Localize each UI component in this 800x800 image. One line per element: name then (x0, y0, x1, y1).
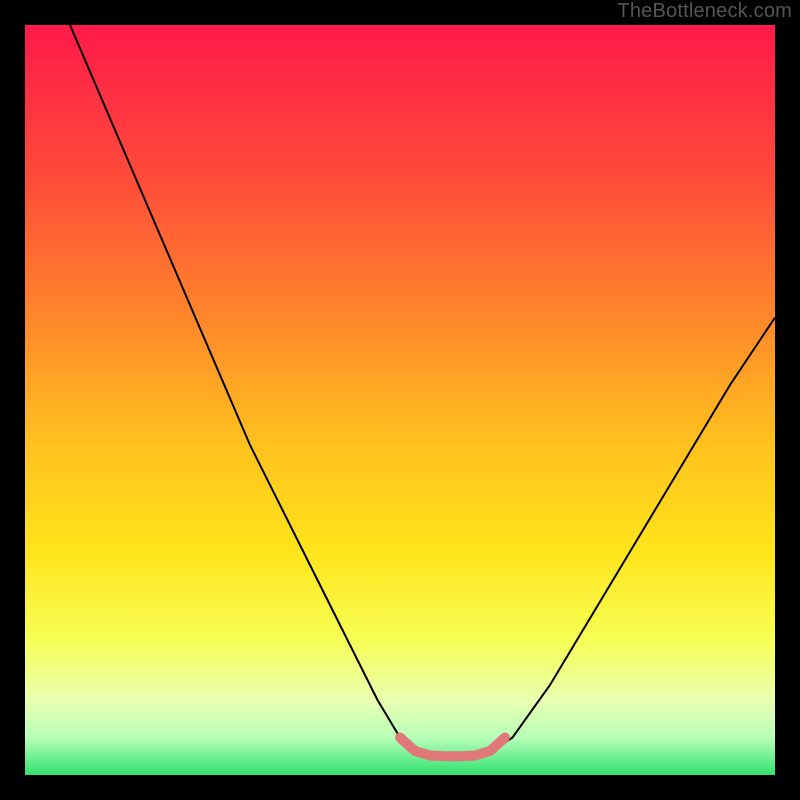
chart-container: TheBottleneck.com (0, 0, 800, 800)
plot-svg (25, 25, 775, 775)
watermark-text: TheBottleneck.com (617, 0, 792, 23)
plot-area (25, 25, 775, 775)
gradient-bg (25, 25, 775, 775)
